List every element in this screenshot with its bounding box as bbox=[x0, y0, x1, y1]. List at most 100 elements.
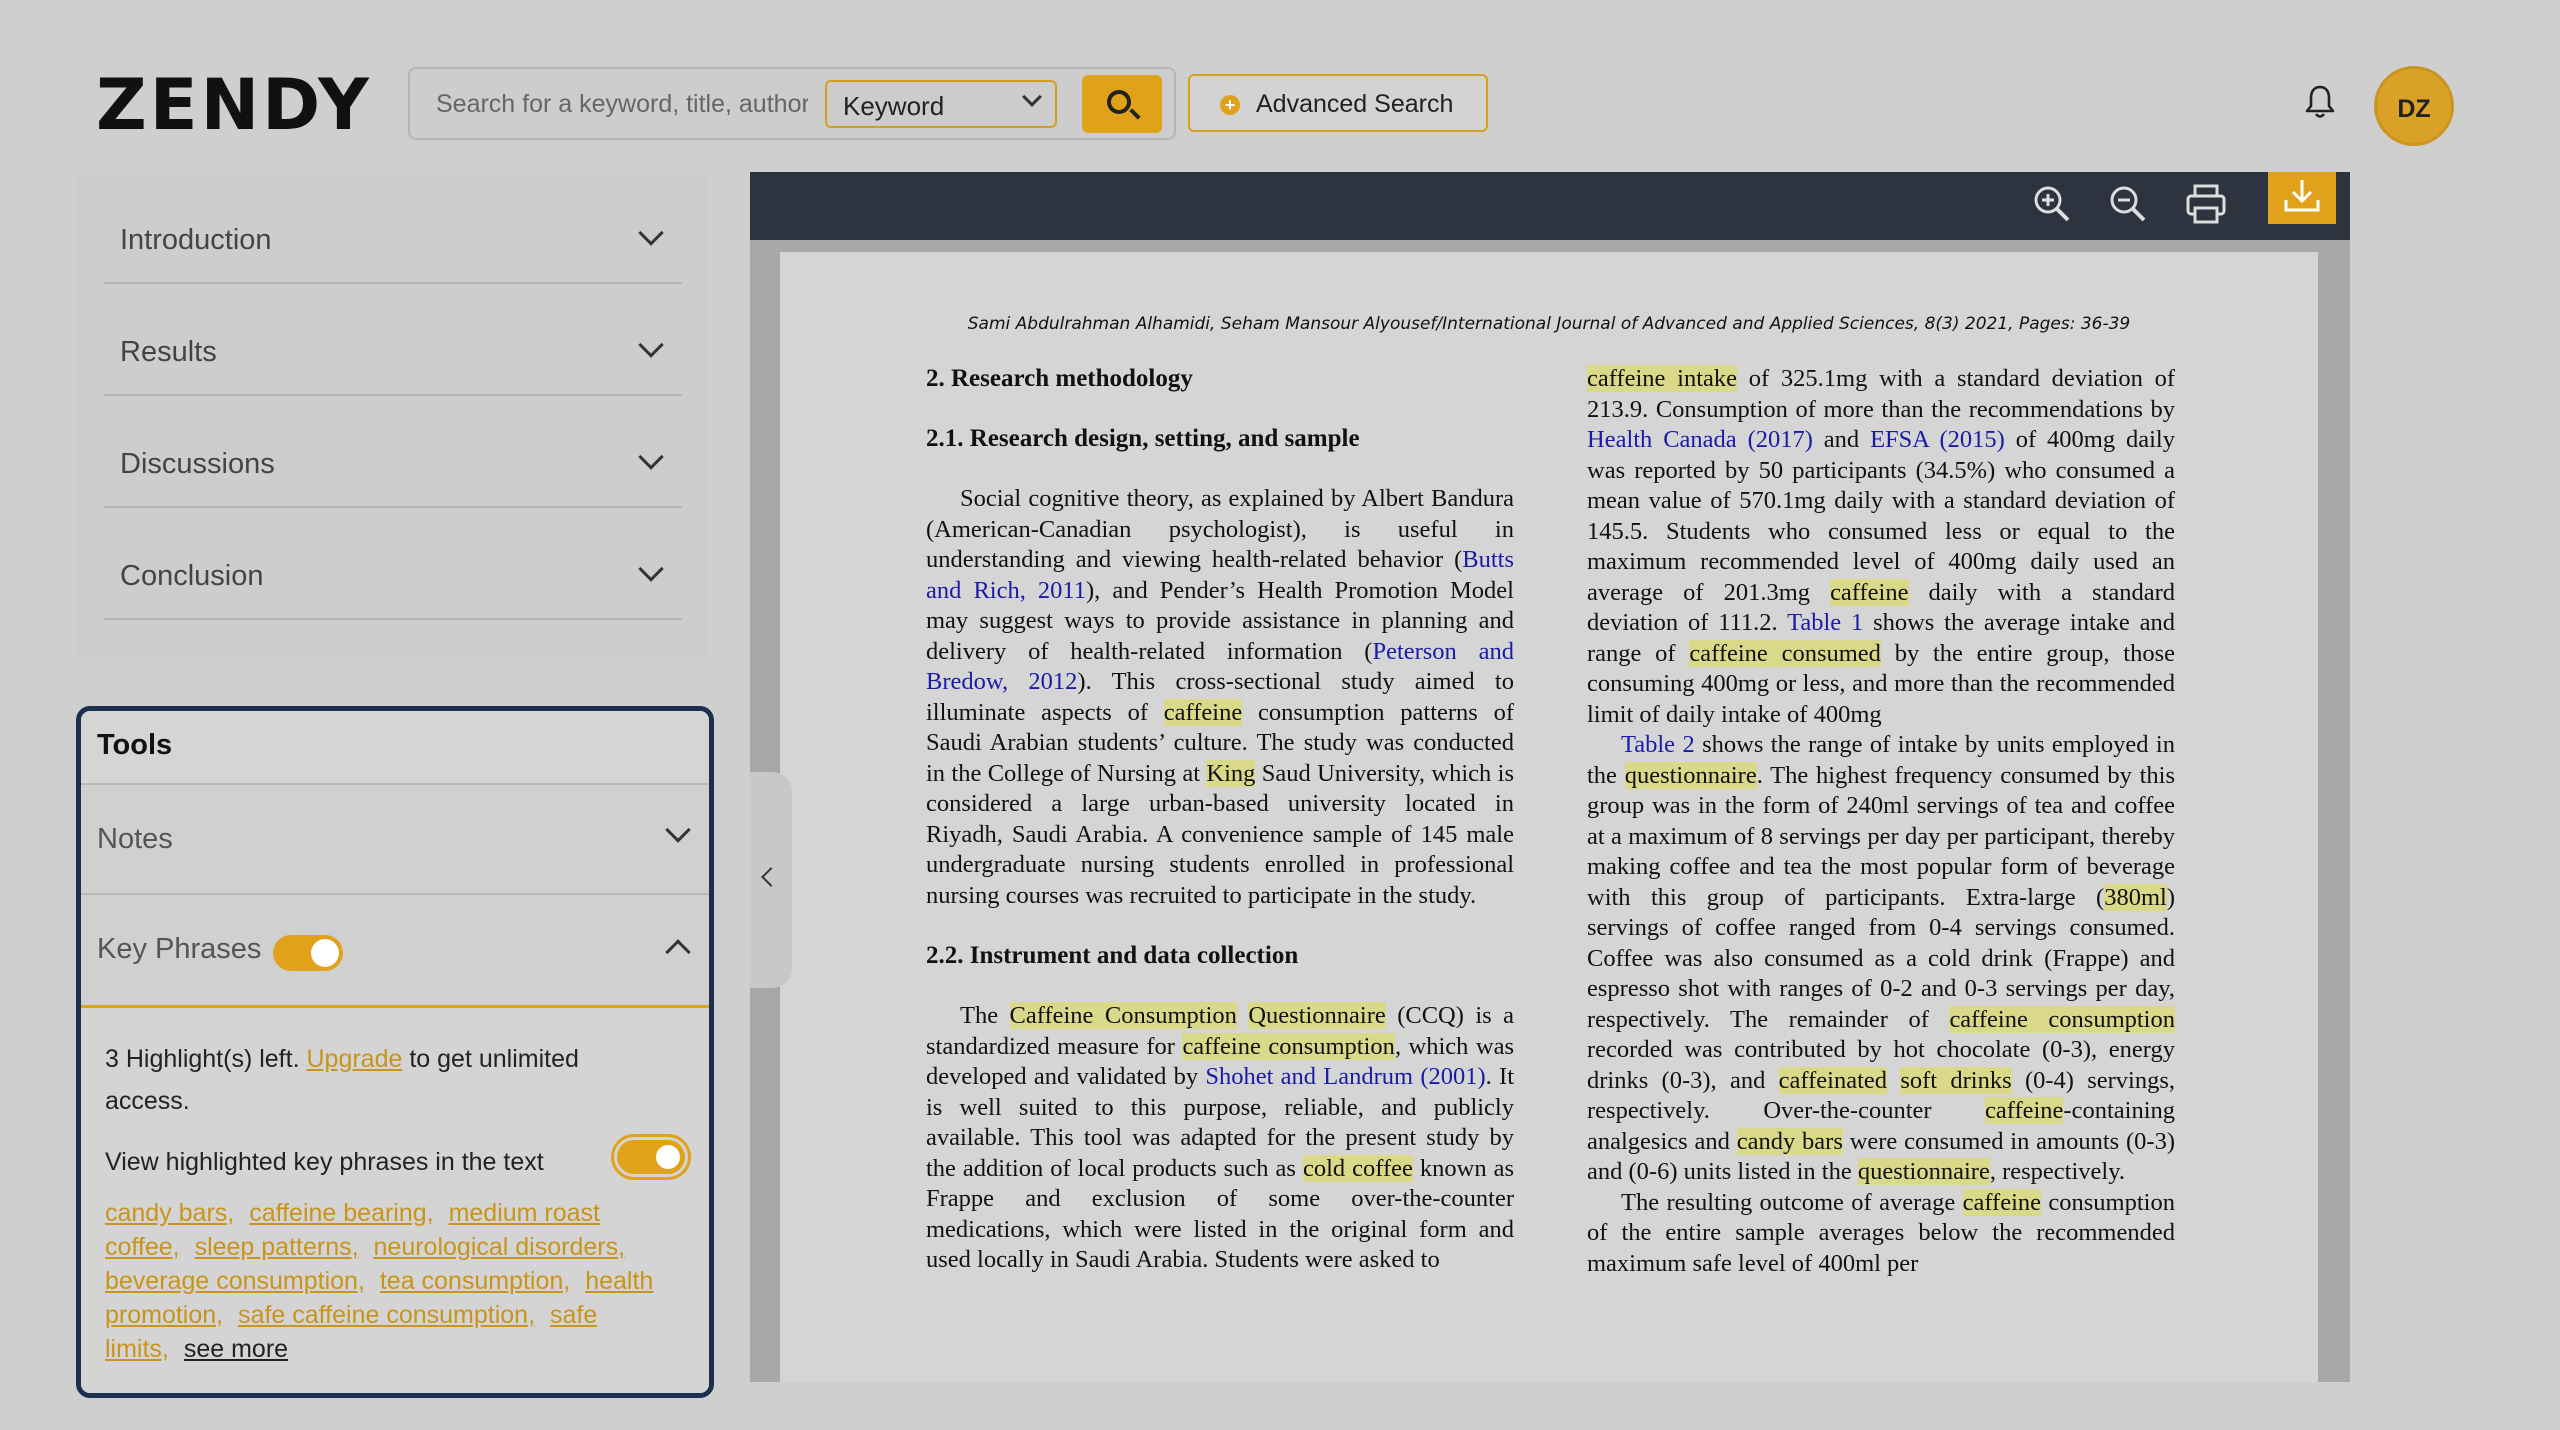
outline-item-discussions[interactable]: Discussions bbox=[104, 396, 682, 508]
highlights-left-note: 3 Highlight(s) left. Upgrade to get unli… bbox=[105, 1038, 665, 1122]
chevron-down-icon bbox=[638, 220, 664, 246]
avatar-initials: DZ bbox=[2397, 95, 2431, 123]
section-heading: 2.1. Research design, setting, and sampl… bbox=[926, 425, 1360, 452]
section-heading: 2.2. Instrument and data collection bbox=[926, 942, 1299, 969]
key-phrases-toggle[interactable] bbox=[273, 935, 343, 971]
key-phrase-link[interactable]: safe caffeine consumption, bbox=[238, 1301, 535, 1329]
sidebar-collapse-handle[interactable] bbox=[750, 772, 792, 988]
chevron-down-icon bbox=[638, 556, 664, 582]
tools-header: Tools bbox=[81, 711, 709, 783]
section-heading: 2. Research methodology bbox=[926, 365, 1193, 392]
document-page: Sami Abdulrahman Alhamidi, Seham Mansour… bbox=[780, 252, 2318, 1382]
search-type-value: Keyword bbox=[843, 91, 945, 121]
highlighted-phrase[interactable]: questionnaire bbox=[1624, 761, 1757, 789]
citation-link[interactable]: Butts and Rich, 2011 bbox=[926, 546, 1514, 604]
key-phrase-link[interactable]: beverage consumption, bbox=[105, 1267, 365, 1295]
paragraph: caffeine intake of 325.1mg with a standa… bbox=[1587, 365, 2175, 728]
outline-item-conclusion[interactable]: Conclusion bbox=[104, 508, 682, 620]
key-phrases-body: 3 Highlight(s) left. Upgrade to get unli… bbox=[81, 1005, 709, 1393]
search-input[interactable] bbox=[436, 86, 808, 122]
highlighted-phrase[interactable]: caffeine bbox=[1962, 1188, 2042, 1216]
outline-item-introduction[interactable]: Introduction bbox=[104, 172, 682, 284]
user-avatar[interactable]: DZ bbox=[2374, 66, 2454, 146]
highlighted-phrase[interactable]: 380ml bbox=[2104, 883, 2167, 911]
advanced-search-button[interactable]: + Advanced Search bbox=[1188, 74, 1488, 132]
toggle-knob bbox=[656, 1145, 680, 1169]
download-button[interactable] bbox=[2268, 172, 2336, 224]
section-outline: Introduction Results Discussions Conclus… bbox=[76, 172, 708, 662]
outline-item-label: Results bbox=[120, 336, 217, 368]
search-bar: Keyword bbox=[408, 67, 1176, 140]
highlighted-phrase[interactable]: caffeine bbox=[1163, 698, 1243, 726]
text-column-left: 2. Research methodology 2.1. Research de… bbox=[926, 364, 1514, 1276]
notes-section[interactable]: Notes bbox=[81, 783, 709, 893]
key-phrase-link[interactable]: caffeine bearing, bbox=[249, 1199, 433, 1227]
notes-label: Notes bbox=[97, 823, 173, 855]
highlighted-phrase[interactable]: Questionnaire bbox=[1248, 1002, 1386, 1029]
outline-item-results[interactable]: Results bbox=[104, 284, 682, 396]
highlighted-phrase[interactable]: caffeine bbox=[1984, 1097, 2064, 1124]
highlighted-phrase[interactable]: Caffeine Consumption bbox=[1009, 1002, 1237, 1029]
chevron-down-icon bbox=[638, 444, 664, 470]
key-phrase-link[interactable]: neurological disorders, bbox=[374, 1233, 626, 1261]
table-link[interactable]: Table 2 bbox=[1621, 731, 1695, 758]
chevron-up-icon bbox=[665, 939, 691, 965]
outline-item-label: Discussions bbox=[120, 448, 275, 480]
highlighted-phrase[interactable]: questionnaire bbox=[1857, 1158, 1990, 1185]
key-phrase-link[interactable]: sleep patterns, bbox=[195, 1233, 359, 1261]
viewer-toolbar bbox=[750, 172, 2350, 240]
tools-panel: Tools Notes Key Phrases 3 Highlight(s) l… bbox=[76, 706, 714, 1398]
highlighted-phrase[interactable]: caffeine consumption bbox=[1182, 1032, 1395, 1060]
search-button[interactable] bbox=[1082, 75, 1162, 133]
zoom-out-icon[interactable] bbox=[2104, 180, 2152, 228]
paragraph: The resulting outcome of average caffein… bbox=[1587, 1188, 2175, 1277]
key-phrase-link[interactable]: tea consumption, bbox=[380, 1267, 570, 1295]
chevron-down-icon bbox=[1022, 87, 1042, 107]
highlighted-phrase[interactable]: soft drinks bbox=[1900, 1066, 2012, 1094]
chevron-down-icon bbox=[665, 817, 691, 843]
toggle-track bbox=[617, 1140, 685, 1174]
citation-link[interactable]: Peterson and Bredow, 2012 bbox=[926, 638, 1514, 696]
search-icon bbox=[1107, 90, 1131, 114]
text-column-right: caffeine intake of 325.1mg with a standa… bbox=[1587, 364, 2175, 1279]
outline-item-label: Conclusion bbox=[120, 560, 264, 592]
highlighted-phrase[interactable]: caffeine intake bbox=[1587, 365, 1738, 392]
zoom-in-icon[interactable] bbox=[2028, 180, 2076, 228]
document-viewer: Sami Abdulrahman Alhamidi, Seham Mansour… bbox=[750, 172, 2350, 1382]
outline-item-label: Introduction bbox=[120, 224, 272, 256]
download-icon bbox=[2284, 180, 2320, 212]
paragraph: Table 2 shows the range of intake by uni… bbox=[1587, 731, 2176, 1185]
see-more-link[interactable]: see more bbox=[184, 1335, 288, 1363]
paragraph: Social cognitive theory, as explained by… bbox=[926, 485, 1515, 909]
key-phrases-section[interactable]: Key Phrases bbox=[81, 893, 709, 1003]
key-phrase-link[interactable]: candy bars, bbox=[105, 1199, 234, 1227]
toggle-knob bbox=[311, 939, 339, 967]
highlighted-phrase[interactable]: cold coffee bbox=[1302, 1154, 1413, 1182]
notification-bell-icon[interactable] bbox=[2304, 84, 2336, 120]
view-highlighted-label: View highlighted key phrases in the text bbox=[105, 1148, 544, 1176]
key-phrases-list: candy bars, caffeine bearing, medium roa… bbox=[105, 1196, 665, 1366]
search-type-select[interactable]: Keyword bbox=[825, 80, 1057, 128]
search-icon-handle bbox=[1129, 108, 1141, 120]
key-phrases-label: Key Phrases bbox=[97, 933, 262, 965]
highlighted-phrase[interactable]: caffeine bbox=[1830, 578, 1909, 606]
print-icon[interactable] bbox=[2182, 180, 2230, 228]
citation-link[interactable]: Health Canada (2017) bbox=[1587, 426, 1813, 453]
zendy-logo[interactable]: ZENDY bbox=[96, 70, 372, 140]
chevron-left-icon bbox=[761, 867, 781, 887]
highlighted-phrase[interactable]: caffeine consumed bbox=[1689, 639, 1881, 667]
highlighted-phrase[interactable]: caffeine consumption bbox=[1949, 1005, 2175, 1033]
citation-link[interactable]: Shohet and Landrum (2001) bbox=[1205, 1063, 1485, 1090]
running-header: Sami Abdulrahman Alhamidi, Seham Mansour… bbox=[967, 314, 2131, 334]
highlighted-phrase[interactable]: caffeinated bbox=[1778, 1066, 1888, 1094]
highlighted-phrase[interactable]: King bbox=[1206, 759, 1256, 787]
highlighted-phrase[interactable]: candy bars bbox=[1736, 1127, 1843, 1155]
upgrade-link[interactable]: Upgrade bbox=[306, 1045, 402, 1073]
plus-circle-icon: + bbox=[1220, 95, 1240, 115]
advanced-search-label: Advanced Search bbox=[1256, 90, 1454, 118]
citation-link[interactable]: EFSA (2015) bbox=[1870, 426, 2005, 453]
view-highlighted-toggle[interactable] bbox=[611, 1134, 691, 1180]
highlights-left-text: 3 Highlight(s) left. bbox=[105, 1045, 300, 1073]
top-header: ZENDY Keyword + Advanced Search DZ bbox=[0, 0, 2560, 172]
table-link[interactable]: Table 1 bbox=[1787, 609, 1863, 636]
